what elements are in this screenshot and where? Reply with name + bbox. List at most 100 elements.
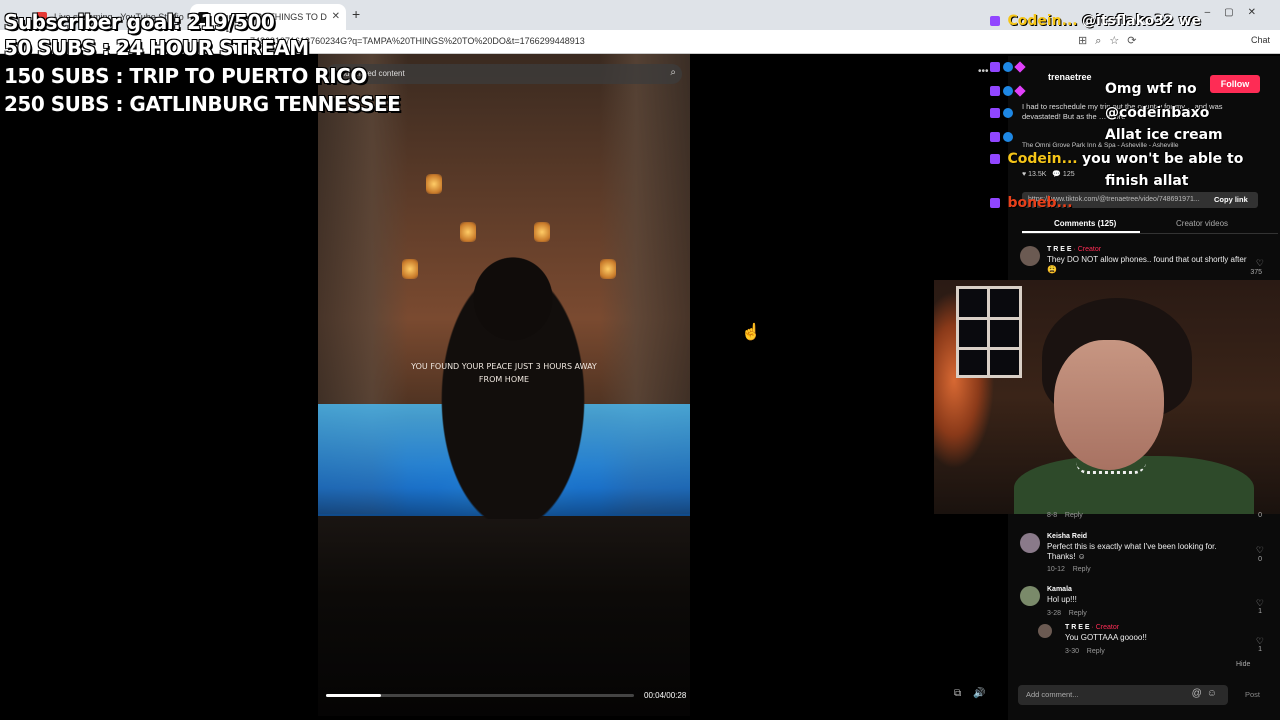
- reply-link[interactable]: Reply: [1069, 610, 1087, 617]
- webcam-scene: [987, 289, 990, 377]
- video-scene: [402, 259, 418, 279]
- chat-badges: [990, 128, 1016, 146]
- comment-date: 8-8 Reply: [1047, 512, 1083, 519]
- window-controls[interactable]: –▢✕: [1205, 7, 1270, 18]
- avatar[interactable]: [1020, 246, 1040, 266]
- chat-text: Omg wtf no: [1105, 80, 1197, 97]
- comment-author[interactable]: Keisha Reid: [1047, 533, 1087, 540]
- caption-line: YOU FOUND YOUR PEACE JUST 3 HOURS AWAY: [411, 362, 597, 371]
- chat-badges: [990, 58, 1027, 76]
- chat-badges: [990, 82, 1027, 100]
- video-progress-bar[interactable]: [326, 694, 634, 697]
- badge-icon: [1003, 131, 1013, 142]
- like-count: 375: [1250, 269, 1262, 276]
- reply-link[interactable]: Reply: [1065, 512, 1083, 519]
- milestone-line: 150 SUBS : TRIP TO PUERTO RICO: [4, 64, 367, 88]
- caption-line: FROM HOME: [478, 375, 530, 384]
- webcam-scene: [959, 317, 1019, 320]
- comment-text: They DO NOT allow phones.. found that ou…: [1047, 255, 1247, 274]
- comment-author[interactable]: Kamala: [1047, 586, 1072, 593]
- post-button[interactable]: Post: [1245, 690, 1260, 699]
- like-count: 1: [1258, 608, 1262, 615]
- copy-link-button[interactable]: Copy link: [1214, 195, 1248, 204]
- chat-text: @itsflako32 we: [1082, 12, 1202, 29]
- chat-message: finish allat: [1105, 172, 1189, 190]
- close-icon[interactable]: ✕: [332, 11, 340, 22]
- comment-text: Perfect this is exactly what I've been l…: [1047, 542, 1217, 561]
- creator-tag: · Creator: [1073, 246, 1102, 253]
- video-scene: [318, 516, 690, 716]
- new-tab-button[interactable]: +: [352, 6, 360, 22]
- comment-date: 3-28 Reply: [1047, 610, 1087, 617]
- chat-message: Codein... you won't be able to: [990, 150, 1243, 168]
- comment-tabs: Comments (125) Creator videos: [1022, 214, 1278, 234]
- avatar[interactable]: [1038, 624, 1052, 638]
- twitch-icon: [990, 107, 1000, 118]
- heart-icon[interactable]: ♥: [1022, 171, 1026, 178]
- chat-text: you won't be able to: [1082, 150, 1244, 167]
- badge-icon: [1003, 107, 1013, 118]
- likes-count: 13.5K: [1028, 171, 1047, 178]
- follow-button[interactable]: Follow: [1210, 75, 1260, 93]
- comments-count: 125: [1062, 171, 1075, 178]
- more-icon[interactable]: •••: [978, 66, 989, 77]
- comment-icon[interactable]: 💬: [1052, 171, 1061, 178]
- mention-emoji-icons[interactable]: @☺: [1192, 688, 1222, 699]
- chat-username: boneb...: [1007, 194, 1073, 211]
- chat-message: Codein... @itsflako32 we: [990, 12, 1201, 30]
- chat-button[interactable]: Chat: [1251, 35, 1270, 45]
- badge-icon: [1003, 85, 1013, 96]
- video-caption: YOU FOUND YOUR PEACE JUST 3 HOURS AWAY F…: [318, 360, 690, 386]
- tab-creator-videos[interactable]: Creator videos: [1176, 219, 1228, 228]
- milestone-line: 250 SUBS : GATLINBURG TENNESSEE: [4, 92, 401, 116]
- video-scene: [534, 222, 550, 242]
- heart-icon[interactable]: ♡: [1256, 545, 1264, 556]
- twitch-icon: [990, 131, 1000, 142]
- reply-link[interactable]: Reply: [1073, 566, 1091, 573]
- search-icon[interactable]: ⌕: [670, 67, 676, 78]
- chat-message: Allat ice cream: [1105, 126, 1223, 144]
- post-author[interactable]: trenaetree: [1048, 72, 1092, 82]
- chat-text: @codeinbaxo: [1105, 104, 1210, 121]
- milestone-line: 50 SUBS : 24 HOUR STREAM: [4, 36, 309, 60]
- tab-comments[interactable]: Comments (125): [1054, 219, 1116, 228]
- player-controls[interactable]: ⧉🔊: [954, 688, 998, 699]
- webcam-feed: [934, 280, 1280, 514]
- heart-icon[interactable]: ♡: [1256, 258, 1264, 269]
- related-search-input[interactable]: Find related content ⌕: [326, 64, 682, 84]
- chat-text: Allat ice cream: [1105, 126, 1223, 143]
- chat-text: finish allat: [1105, 172, 1189, 189]
- video-scene: [600, 259, 616, 279]
- comment-text: You GOTTAAA goooo!!: [1065, 633, 1147, 642]
- toolbar-icons[interactable]: ⊞⌕☆⟳: [1078, 34, 1144, 48]
- comment-item: T R E E · Creator They DO NOT allow phon…: [1020, 246, 1270, 276]
- video-player[interactable]: YOU FOUND YOUR PEACE JUST 3 HOURS AWAY F…: [318, 54, 690, 716]
- twitch-icon: [990, 197, 1000, 208]
- date: 10-12: [1047, 566, 1065, 573]
- comment-item: 8-8 Reply 0: [1020, 512, 1270, 522]
- avatar[interactable]: [1020, 586, 1040, 606]
- chat-badges: [990, 104, 1016, 122]
- comment-author[interactable]: T R E E · Creator: [1047, 246, 1101, 253]
- twitch-icon: [990, 85, 1000, 96]
- comment-date: 10-12 Reply: [1047, 566, 1091, 573]
- webcam-scene: [1076, 462, 1146, 474]
- badge-icon: [1014, 61, 1026, 73]
- date: 8-8: [1047, 512, 1058, 519]
- chat-message: @codeinbaxo: [1105, 104, 1209, 122]
- like-count: 0: [1258, 512, 1262, 519]
- add-comment-input[interactable]: Add comment... @☺: [1018, 685, 1228, 705]
- avatar[interactable]: [1020, 533, 1040, 553]
- hide-replies-link[interactable]: Hide: [1236, 661, 1250, 668]
- chat-message: boneb...: [990, 194, 1073, 212]
- like-count: 1: [1258, 646, 1262, 653]
- comment-author[interactable]: T R E E · Creator: [1065, 624, 1119, 631]
- twitch-icon: [990, 15, 1000, 26]
- comment-date: 3-30 Reply: [1065, 648, 1105, 655]
- chat-message: Omg wtf no: [1105, 80, 1197, 98]
- reply-link[interactable]: Reply: [1087, 648, 1105, 655]
- video-progress-fill: [326, 694, 382, 697]
- badge-icon: [1003, 61, 1013, 72]
- comment-reply: T R E E · Creator You GOTTAAA goooo!! 3-…: [1038, 624, 1270, 656]
- hand-cursor-icon: ☝: [741, 324, 761, 341]
